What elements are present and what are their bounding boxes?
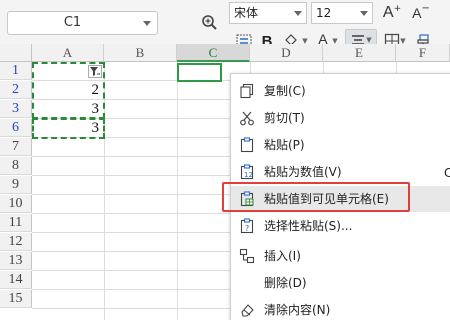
row-header[interactable]: 10 (0, 195, 32, 213)
paste-special-icon: ? (240, 218, 254, 234)
gridline (177, 62, 178, 320)
menu-item-copy[interactable]: 复制(C) (231, 78, 450, 104)
column-header-f[interactable]: F (396, 44, 450, 62)
active-cell-c1[interactable] (177, 63, 222, 82)
menu-item-label: 插入(I) (264, 249, 301, 263)
row-header[interactable]: 14 (0, 271, 32, 289)
font-size-value: 12 (316, 6, 332, 20)
column-header-c[interactable]: C (177, 44, 250, 62)
svg-text:12: 12 (244, 171, 253, 179)
column-header-a[interactable]: A (32, 44, 104, 62)
paste-values-icon: 12 (240, 164, 254, 180)
menu-item-insert[interactable]: 插入(I) (231, 243, 450, 269)
row-header[interactable]: 15 (0, 290, 32, 308)
row-header[interactable]: 9 (0, 176, 32, 194)
font-size-select[interactable]: 12 (311, 2, 373, 24)
eraser-icon (241, 304, 254, 317)
row-header[interactable]: 1 (0, 62, 32, 80)
menu-item-cut[interactable]: 剪切(T) (231, 105, 450, 131)
column-header-e[interactable]: E (323, 44, 396, 62)
highlight-annotation (222, 182, 410, 212)
zoom-icon[interactable] (201, 14, 219, 32)
chevron-down-icon[interactable] (143, 21, 151, 26)
row-header[interactable]: 8 (0, 157, 32, 175)
column-header-d[interactable]: D (250, 44, 323, 62)
chevron-down-icon[interactable]: ▼ (366, 36, 371, 44)
paste-icon (240, 137, 254, 153)
chevron-down-icon[interactable] (294, 11, 302, 16)
menu-item-label: 删除(D) (264, 276, 307, 290)
copy-range-marquee (32, 118, 105, 139)
font-name-value: 宋体 (234, 6, 259, 20)
name-box-value: C1 (63, 15, 82, 30)
decrease-font-icon: A (412, 5, 422, 21)
copy-icon (240, 83, 254, 99)
menu-item-paste-special[interactable]: ? 选择性粘贴(S)... (231, 213, 450, 239)
increase-font-icon: A (382, 4, 394, 21)
menu-item-label: 复制(C) (264, 84, 306, 98)
copy-range-marquee (32, 62, 105, 119)
menu-item-label: 剪切(T) (264, 111, 305, 125)
row-header[interactable]: 13 (0, 252, 32, 270)
menu-item-clear-contents[interactable]: 清除内容(N) (231, 297, 450, 320)
menu-item-label: 粘贴(P) (264, 138, 305, 152)
menu-item-paste[interactable]: 粘贴(P) (231, 132, 450, 158)
minus-icon: − (421, 3, 430, 14)
increase-font-button[interactable]: A + (380, 2, 404, 24)
row-header[interactable]: 12 (0, 233, 32, 251)
font-name-select[interactable]: 宋体 (229, 2, 307, 24)
menu-trailing-text: C (444, 166, 450, 180)
menu-item-delete[interactable]: 删除(D) (231, 270, 450, 296)
name-box[interactable]: C1 (7, 11, 158, 35)
svg-text:?: ? (245, 224, 249, 233)
select-all-corner[interactable] (0, 44, 32, 62)
scissors-icon (240, 111, 254, 126)
menu-item-label: 清除内容(N) (264, 303, 331, 317)
row-header[interactable]: 7 (0, 138, 32, 156)
plus-icon: + (393, 3, 402, 14)
row-header[interactable]: 2 (0, 81, 32, 99)
insert-icon (239, 248, 255, 264)
column-header-b[interactable]: B (104, 44, 177, 62)
row-header[interactable]: 3 (0, 100, 32, 118)
decrease-font-button[interactable]: A − (409, 2, 433, 24)
menu-item-label: 选择性粘贴(S)... (264, 219, 353, 233)
row-header[interactable]: 6 (0, 119, 32, 137)
chevron-down-icon[interactable] (360, 11, 368, 16)
row-header[interactable]: 11 (0, 214, 32, 232)
